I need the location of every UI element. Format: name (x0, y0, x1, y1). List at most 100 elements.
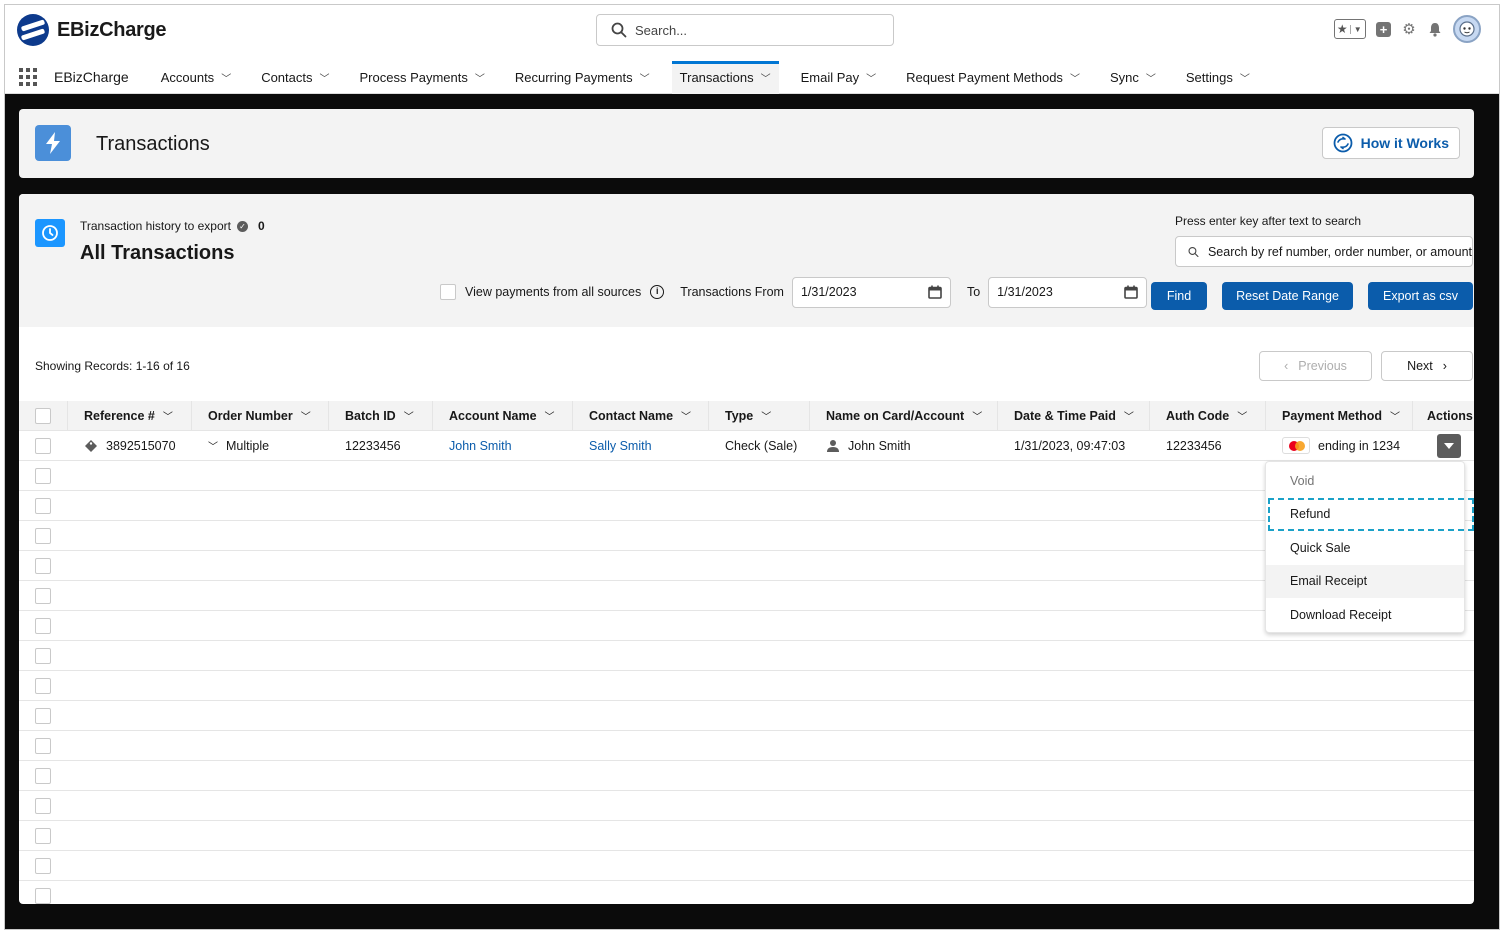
chevron-down-icon[interactable]: ﹀ (301, 408, 311, 423)
menu-item-refund[interactable]: Refund (1266, 498, 1464, 532)
column-header-reference[interactable]: Reference # ﹀ (68, 400, 192, 431)
chevron-down-icon[interactable]: ﹀ (1240, 70, 1250, 85)
from-date-input[interactable]: 1/31/2023 (791, 276, 951, 308)
table-row[interactable] (19, 881, 1474, 904)
column-header-date-paid[interactable]: Date & Time Paid ﹀ (998, 400, 1150, 431)
row-checkbox[interactable] (35, 767, 51, 784)
row-checkbox[interactable] (35, 737, 51, 754)
row-checkbox[interactable] (35, 647, 51, 664)
column-header-auth-code[interactable]: Auth Code ﹀ (1150, 400, 1266, 431)
row-checkbox[interactable] (35, 797, 51, 814)
table-row[interactable] (19, 731, 1474, 761)
view-all-sources-checkbox[interactable] (440, 284, 456, 300)
account-link[interactable]: John Smith (433, 431, 573, 461)
nav-item-email-pay[interactable]: Email Pay ﹀ (793, 61, 885, 94)
row-checkbox[interactable] (35, 707, 51, 724)
table-row[interactable]: 3892515070 ﹀ Multiple 12233456 John Smit… (19, 431, 1474, 461)
row-checkbox[interactable] (35, 617, 51, 634)
chevron-down-icon[interactable]: ﹀ (761, 70, 771, 85)
table-row[interactable] (19, 761, 1474, 791)
column-header-payment-method[interactable]: Payment Method ﹀ (1266, 400, 1413, 431)
chevron-down-icon[interactable]: ﹀ (1146, 70, 1156, 85)
table-row[interactable] (19, 671, 1474, 701)
table-row[interactable] (19, 491, 1474, 521)
to-date-input[interactable]: 1/31/2023 (988, 276, 1148, 308)
column-header-batch-id[interactable]: Batch ID ﹀ (329, 400, 433, 431)
table-row[interactable] (19, 581, 1474, 611)
chevron-down-icon[interactable]: ﹀ (761, 408, 771, 423)
table-row[interactable] (19, 641, 1474, 671)
gear-icon[interactable]: ⚙ (1401, 21, 1417, 38)
chevron-down-icon[interactable]: ﹀ (320, 70, 330, 85)
table-row[interactable] (19, 461, 1474, 491)
row-checkbox[interactable] (35, 467, 51, 484)
transaction-search-input[interactable]: Search by ref number, order number, or a… (1175, 236, 1473, 267)
app-launcher-icon[interactable] (19, 68, 37, 86)
global-search-input[interactable]: Search... (596, 14, 894, 46)
chevron-down-icon[interactable]: ﹀ (163, 408, 173, 423)
row-checkbox[interactable] (35, 677, 51, 694)
menu-item-quick-sale[interactable]: Quick Sale (1266, 531, 1464, 565)
chevron-down-icon[interactable]: ﹀ (866, 70, 876, 85)
column-header-type[interactable]: Type ﹀ (709, 400, 810, 431)
chevron-down-icon[interactable]: ﹀ (972, 408, 982, 423)
table-row[interactable] (19, 611, 1474, 641)
chevron-down-icon[interactable]: ﹀ (640, 70, 650, 85)
nav-item-recurring-payments[interactable]: Recurring Payments ﹀ (507, 61, 658, 94)
select-all-checkbox[interactable] (35, 407, 51, 424)
order-cell[interactable]: ﹀ Multiple (192, 431, 329, 461)
chevron-down-icon[interactable]: ﹀ (545, 408, 555, 423)
contact-link[interactable]: Sally Smith (573, 431, 709, 461)
column-header-account-name[interactable]: Account Name ﹀ (433, 400, 573, 431)
menu-item-void[interactable]: Void (1266, 464, 1464, 498)
column-header-name-on-card[interactable]: Name on Card/Account ﹀ (810, 400, 998, 431)
table-row[interactable] (19, 821, 1474, 851)
favorites-button[interactable]: ★ ▼ (1334, 19, 1366, 39)
chevron-down-icon[interactable]: ﹀ (475, 70, 485, 85)
table-row[interactable] (19, 791, 1474, 821)
row-checkbox[interactable] (35, 437, 51, 454)
column-header-contact-name[interactable]: Contact Name ﹀ (573, 400, 709, 431)
calendar-icon[interactable] (1124, 285, 1138, 299)
chevron-down-icon[interactable]: ﹀ (208, 438, 218, 453)
chevron-down-icon[interactable]: ﹀ (1390, 408, 1400, 423)
table-row[interactable] (19, 701, 1474, 731)
row-checkbox[interactable] (35, 887, 51, 904)
row-checkbox[interactable] (35, 587, 51, 604)
global-actions-plus-icon[interactable]: + (1376, 21, 1391, 37)
chevron-down-icon[interactable]: ﹀ (1237, 408, 1247, 423)
info-icon[interactable]: i (650, 285, 665, 299)
row-checkbox[interactable] (35, 497, 51, 514)
nav-item-sync[interactable]: Sync ﹀ (1102, 61, 1164, 94)
bell-icon[interactable] (1427, 21, 1443, 37)
menu-item-download-receipt[interactable]: Download Receipt (1266, 598, 1464, 632)
how-it-works-button[interactable]: How it Works (1321, 127, 1460, 159)
find-button[interactable]: Find (1151, 282, 1207, 310)
nav-item-settings[interactable]: Settings ﹀ (1178, 61, 1258, 94)
row-checkbox[interactable] (35, 857, 51, 874)
nav-item-accounts[interactable]: Accounts ﹀ (153, 61, 239, 94)
user-avatar[interactable] (1453, 15, 1481, 43)
chevron-down-icon[interactable]: ﹀ (404, 408, 414, 423)
chevron-down-icon[interactable]: ﹀ (1070, 70, 1080, 85)
export-csv-button[interactable]: Export as csv (1368, 282, 1473, 310)
nav-item-request-payment-methods[interactable]: Request Payment Methods ﹀ (898, 61, 1088, 94)
menu-item-email-receipt[interactable]: Email Receipt (1266, 564, 1464, 598)
nav-item-contacts[interactable]: Contacts ﹀ (253, 61, 337, 94)
column-header-order-number[interactable]: Order Number ﹀ (192, 400, 329, 431)
table-row[interactable] (19, 521, 1474, 551)
chevron-down-icon[interactable]: ﹀ (221, 70, 231, 85)
table-row[interactable] (19, 851, 1474, 881)
nav-item-process-payments[interactable]: Process Payments ﹀ (352, 61, 493, 94)
row-checkbox[interactable] (35, 527, 51, 544)
previous-button[interactable]: ‹ Previous (1259, 351, 1372, 381)
table-row[interactable] (19, 551, 1474, 581)
reset-date-range-button[interactable]: Reset Date Range (1222, 282, 1353, 310)
row-actions-button[interactable] (1437, 433, 1461, 458)
row-checkbox[interactable] (35, 557, 51, 574)
calendar-icon[interactable] (928, 285, 942, 299)
row-checkbox[interactable] (35, 827, 51, 844)
brand-logo[interactable]: EBizCharge (17, 14, 167, 46)
chevron-down-icon[interactable]: ﹀ (681, 408, 691, 423)
nav-item-transactions[interactable]: Transactions ﹀ (671, 60, 779, 94)
